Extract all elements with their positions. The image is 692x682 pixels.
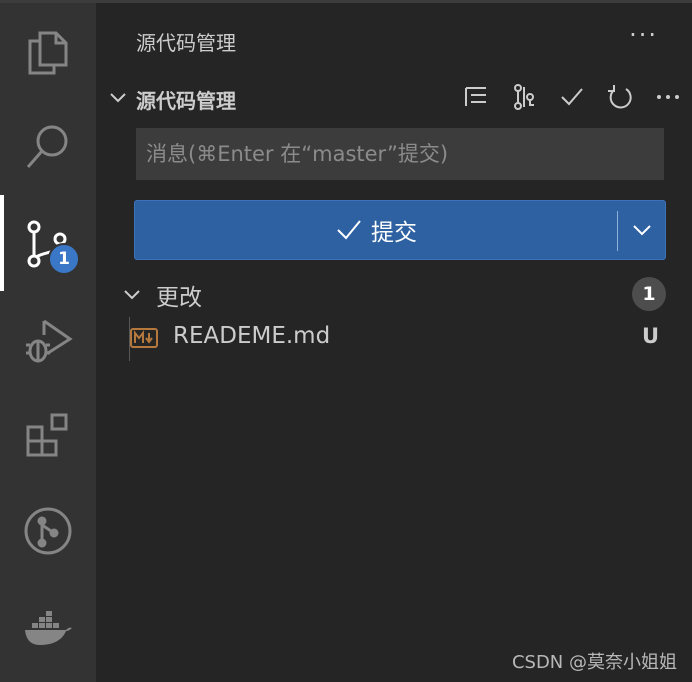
activity-extensions[interactable] bbox=[0, 387, 96, 483]
source-control-badge: 1 bbox=[48, 243, 80, 275]
debug-icon bbox=[26, 319, 73, 363]
commit-check-button[interactable] bbox=[548, 79, 596, 115]
view-more-actions[interactable]: ··· bbox=[629, 21, 658, 49]
extensions-icon bbox=[26, 413, 68, 457]
source-control-sidebar: 源代码管理 ··· 源代码管理 消息(⌘Enter 在“master”提交) 提… bbox=[96, 3, 692, 682]
view-as-tree-button[interactable] bbox=[452, 79, 500, 115]
git-graph-icon bbox=[24, 507, 72, 555]
changes-group-header[interactable]: 更改 1 bbox=[96, 275, 692, 311]
more-icon bbox=[657, 95, 679, 99]
section-header[interactable]: 源代码管理 bbox=[96, 79, 692, 115]
commit-button-group: 提交 bbox=[134, 200, 666, 260]
refresh-button[interactable] bbox=[596, 79, 644, 115]
activity-run-debug[interactable] bbox=[0, 291, 96, 387]
refresh-icon bbox=[608, 85, 632, 109]
tree-view-icon bbox=[465, 87, 486, 106]
changed-file-row[interactable]: READEME.md U bbox=[96, 317, 692, 361]
commit-message-input[interactable] bbox=[136, 128, 664, 180]
docker-icon bbox=[25, 611, 72, 645]
file-status-untracked: U bbox=[641, 324, 659, 348]
section-actions bbox=[452, 79, 692, 115]
file-name: READEME.md bbox=[173, 323, 331, 349]
commit-dropdown-button[interactable] bbox=[618, 201, 665, 259]
changes-count-badge: 1 bbox=[632, 277, 666, 311]
activity-bar: 1 bbox=[0, 3, 96, 682]
more-actions-button[interactable] bbox=[644, 79, 692, 115]
search-icon bbox=[26, 125, 68, 168]
chevron-down-icon bbox=[632, 225, 651, 236]
activity-source-control[interactable]: 1 bbox=[0, 195, 96, 291]
branch-compare-icon bbox=[514, 84, 534, 110]
files-icon bbox=[28, 31, 68, 75]
activity-git-graph[interactable] bbox=[0, 483, 96, 579]
commit-check-icon bbox=[561, 88, 583, 106]
watermark: CSDN @莫奈小姐姐 bbox=[511, 652, 677, 673]
chevron-down-icon bbox=[110, 93, 126, 103]
branch-compare-button[interactable] bbox=[500, 79, 548, 115]
view-title: 源代码管理 bbox=[136, 31, 236, 55]
activity-explorer[interactable] bbox=[0, 3, 96, 99]
chevron-down-icon bbox=[124, 290, 140, 300]
section-title: 源代码管理 bbox=[136, 89, 236, 113]
commit-button[interactable]: 提交 bbox=[135, 201, 617, 259]
markdown-icon bbox=[130, 328, 158, 348]
activity-search[interactable] bbox=[0, 99, 96, 195]
activity-docker[interactable] bbox=[0, 579, 96, 675]
commit-button-label: 提交 bbox=[371, 220, 417, 246]
check-icon bbox=[337, 220, 361, 240]
changes-title: 更改 bbox=[156, 285, 202, 311]
